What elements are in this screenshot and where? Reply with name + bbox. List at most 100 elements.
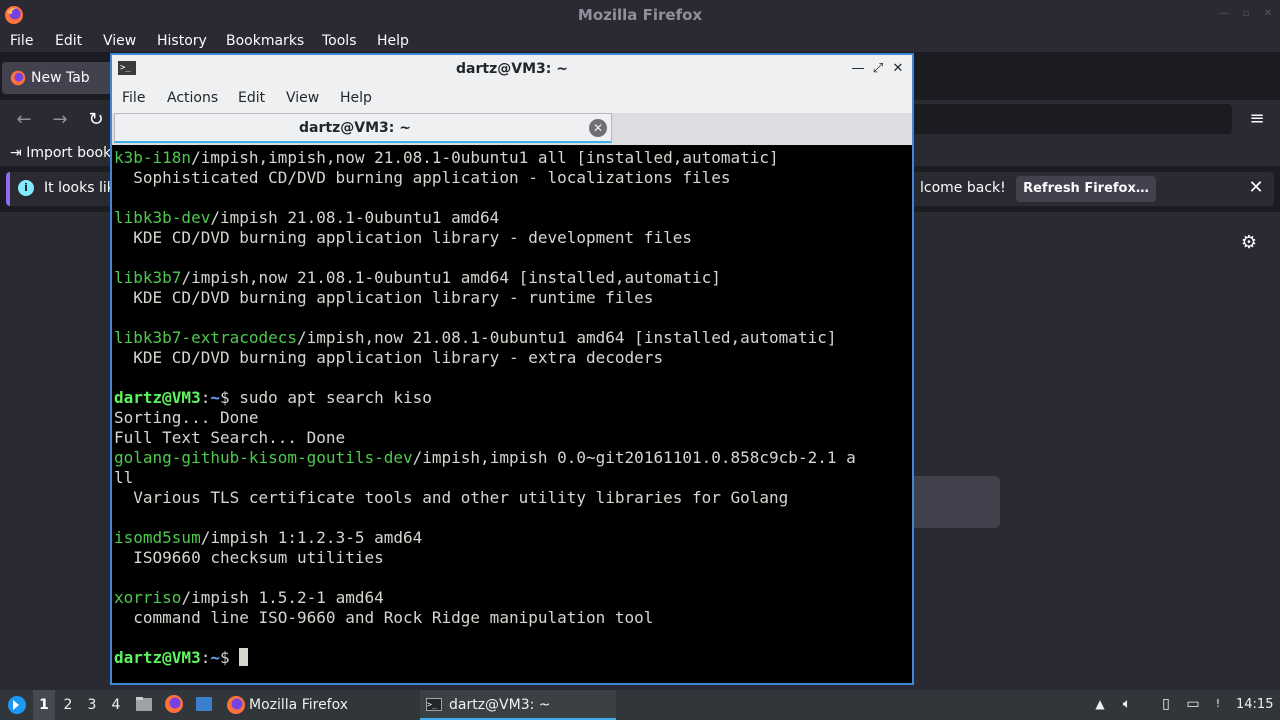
package-details: /impish,impish 0.0~git20161101.0.858c9cb… xyxy=(412,448,856,467)
terminal-line: ISO9660 checksum utilities xyxy=(114,548,384,568)
import-bookmarks-button[interactable]: ⇥ Import book xyxy=(10,142,111,164)
menu-help[interactable]: Help xyxy=(377,30,409,52)
terminal-line: libk3b7-extracodecs/impish,now 21.08.1-0… xyxy=(114,328,836,348)
clipboard-icon[interactable]: ▯ xyxy=(1156,694,1176,714)
terminal-tab-label: dartz@VM3: ~ xyxy=(299,120,411,136)
firefox-window-title: Mozilla Firefox xyxy=(577,6,703,24)
taskbar xyxy=(0,690,1280,720)
menu-edit[interactable]: Edit xyxy=(238,83,265,113)
terminal-line: xorriso/impish 1.5.2-1 amd64 xyxy=(114,588,384,608)
terminal-line: Full Text Search... Done xyxy=(114,428,345,448)
output-text: ISO9660 checksum utilities xyxy=(114,548,384,567)
command-text: sudo apt search kiso xyxy=(229,388,432,407)
terminal-line: libk3b-dev/impish 21.08.1-0ubuntu1 amd64 xyxy=(114,208,499,228)
menu-file[interactable]: File xyxy=(122,83,145,113)
package-name: libk3b7 xyxy=(114,268,182,287)
menu-bookmarks[interactable]: Bookmarks xyxy=(226,30,304,52)
refresh-firefox-button[interactable]: Refresh Firefox… xyxy=(1016,176,1156,202)
app-menu-icon[interactable] xyxy=(6,694,28,716)
info-icon: i xyxy=(18,180,34,196)
terminal-window: >_ dartz@VM3: ~ — ⤢ ✕ File Actions Edit … xyxy=(110,53,914,685)
terminal-line: command line ISO-9660 and Rock Ridge man… xyxy=(114,608,653,628)
output-text: KDE CD/DVD burning application library -… xyxy=(114,288,654,307)
tab-label: New Tab xyxy=(31,70,90,86)
prompt-separator: : xyxy=(200,648,211,667)
prompt-sign: $ xyxy=(219,648,230,667)
close-icon[interactable]: ✕ xyxy=(890,60,906,78)
task-firefox[interactable]: Mozilla Firefox xyxy=(222,690,418,720)
firefox-menubar: File Edit View History Bookmarks Tools H… xyxy=(0,30,1280,52)
terminal-line: Sorting... Done xyxy=(114,408,259,428)
text-cursor xyxy=(239,648,249,666)
terminal-line: libk3b7/impish,now 21.08.1-0ubuntu1 amd6… xyxy=(114,268,721,288)
menu-edit[interactable]: Edit xyxy=(55,30,82,52)
terminal-output[interactable]: k3b-i18n/impish,impish,now 21.08.1-0ubun… xyxy=(114,148,910,682)
close-icon[interactable]: ✕ xyxy=(1246,178,1266,198)
terminal-line: KDE CD/DVD burning application library -… xyxy=(114,348,663,368)
package-details: /impish 1:1.2.3-5 amd64 xyxy=(200,528,423,547)
notification-icon[interactable]: ! xyxy=(1208,694,1228,714)
package-name: golang-github-kisom-goutils-dev xyxy=(114,448,413,467)
task-terminal[interactable]: >_ dartz@VM3: ~ xyxy=(420,690,616,720)
terminal-line: isomd5sum/impish 1:1.2.3-5 amd64 xyxy=(114,528,422,548)
menu-tools[interactable]: Tools xyxy=(322,30,357,52)
output-text: Sophisticated CD/DVD burning application… xyxy=(114,168,731,187)
task-label: Mozilla Firefox xyxy=(249,697,349,713)
terminal-titlebar: >_ dartz@VM3: ~ — ⤢ ✕ xyxy=(112,55,912,83)
gear-icon[interactable]: ⚙ xyxy=(1238,232,1260,254)
menu-history[interactable]: History xyxy=(157,30,207,52)
prompt-sign: $ xyxy=(219,388,230,407)
workspace-1[interactable]: 1 xyxy=(33,690,55,720)
url-bar[interactable] xyxy=(912,104,1232,134)
clock: 14:15 xyxy=(1236,697,1274,712)
menu-view[interactable]: View xyxy=(286,83,319,113)
firefox-logo-icon xyxy=(227,696,245,714)
package-details: /impish 21.08.1-0ubuntu1 amd64 xyxy=(210,208,500,227)
prompt-path: ~ xyxy=(210,388,220,407)
notification-text: It looks lik xyxy=(44,180,115,196)
close-icon[interactable]: ✕ xyxy=(589,119,607,137)
terminal-line: dartz@VM3:~$ sudo apt search kiso xyxy=(114,388,432,408)
package-name: isomd5sum xyxy=(114,528,201,547)
terminal-window-title: dartz@VM3: ~ xyxy=(456,61,568,77)
network-icon[interactable]: ▭ xyxy=(1183,694,1203,714)
close-icon[interactable]: ✕ xyxy=(1262,8,1274,20)
arrow-right-icon[interactable]: → xyxy=(49,109,71,131)
output-text: Sorting... Done xyxy=(114,408,259,427)
tray-expand-icon[interactable]: ▲ xyxy=(1090,694,1110,714)
workspace-3[interactable]: 3 xyxy=(81,690,103,720)
prompt-user: dartz@VM3 xyxy=(114,388,201,407)
hamburger-icon[interactable]: ≡ xyxy=(1246,108,1268,130)
terminal-line: golang-github-kisom-goutils-dev/impish,i… xyxy=(114,448,856,468)
package-details: /impish,now 21.08.1-0ubuntu1 amd64 [inst… xyxy=(297,328,837,347)
terminal-icon: >_ xyxy=(426,698,442,711)
terminal-menubar: File Actions Edit View Help xyxy=(112,83,912,113)
workspace-4[interactable]: 4 xyxy=(105,690,127,720)
terminal-line: dartz@VM3:~$ xyxy=(114,648,249,668)
firefox-logo-icon xyxy=(10,70,26,86)
package-name: libk3b7-extracodecs xyxy=(114,328,298,347)
maximize-icon[interactable]: ⤢ xyxy=(870,60,886,78)
workspace-2[interactable]: 2 xyxy=(57,690,79,720)
output-text: ll xyxy=(114,468,134,487)
menu-actions[interactable]: Actions xyxy=(167,83,218,113)
output-text: Various TLS certificate tools and other … xyxy=(114,488,789,507)
volume-icon[interactable]: 🔈︎ xyxy=(1117,694,1137,714)
minimize-icon[interactable]: — xyxy=(850,60,866,78)
desktop-icon[interactable] xyxy=(194,694,214,714)
package-details: /impish,now 21.08.1-0ubuntu1 amd64 [inst… xyxy=(181,268,721,287)
arrow-left-icon[interactable]: ← xyxy=(13,109,35,131)
reload-icon[interactable]: ↻ xyxy=(85,109,107,131)
output-text: command line ISO-9660 and Rock Ridge man… xyxy=(114,608,654,627)
output-text: Full Text Search... Done xyxy=(114,428,346,447)
menu-help[interactable]: Help xyxy=(340,83,372,113)
menu-view[interactable]: View xyxy=(103,30,136,52)
menu-file[interactable]: File xyxy=(10,30,33,52)
file-manager-icon[interactable] xyxy=(134,694,154,714)
maximize-icon[interactable]: ▫ xyxy=(1240,8,1252,20)
minimize-icon[interactable]: — xyxy=(1218,8,1230,20)
firefox-launcher-icon[interactable] xyxy=(164,694,184,714)
terminal-tab[interactable]: dartz@VM3: ~ ✕ xyxy=(114,113,612,143)
package-details: /impish 1.5.2-1 amd64 xyxy=(181,588,384,607)
tab-new-tab[interactable]: New Tab xyxy=(2,62,114,94)
